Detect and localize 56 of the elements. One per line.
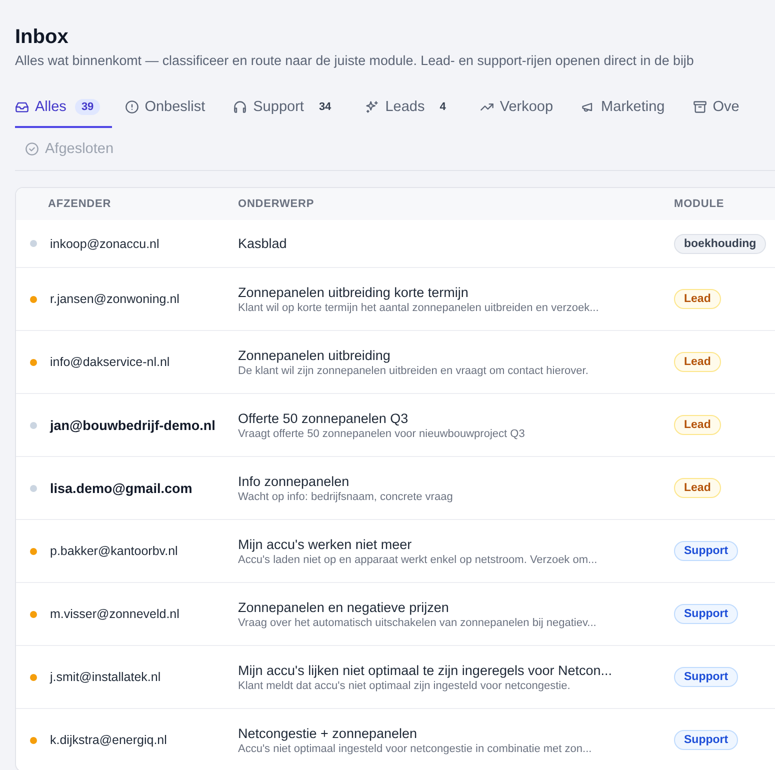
module-tag: Support	[674, 541, 738, 561]
column-header: AFZENDER	[48, 198, 112, 210]
count-badge: 39	[75, 99, 100, 115]
filter-tab[interactable]: Support 34	[231, 88, 352, 128]
page-title: Inbox	[15, 25, 70, 50]
tab-count: 4	[438, 100, 447, 115]
sender-email: info@dakservice-nl.nl	[49, 355, 171, 369]
subject-title: Info zonnepanelen	[238, 474, 350, 488]
filter-tab[interactable]: Leads 4	[363, 88, 467, 128]
subject-title: Mijn accu's lijken niet optimaal te zijn ingeregels voor Netcon...	[238, 662, 614, 678]
sender-email: p.bakker@kantoorbv.nl	[49, 544, 179, 558]
headphones-icon	[233, 100, 248, 114]
module-tag: Support	[674, 667, 738, 687]
alert-circle-icon	[124, 100, 139, 114]
subject-title: Zonnepanelen en negatieve prijzen	[238, 600, 450, 614]
subject-summary: Vraagt offerte 50 zonnepanelen voor nieuwbouwproject Q3	[238, 428, 526, 440]
subject-summary: Wacht op info: bedrijfsnaam, concrete vraag	[238, 490, 454, 502]
sender-email: m.visser@zonneveld.nl	[49, 607, 180, 621]
filter-tab[interactable]: Verkoop	[478, 88, 568, 128]
filter-tab[interactable]: Alles 39	[15, 88, 112, 128]
inbox-icon	[15, 100, 29, 114]
subject-title: Mijn accu's werken niet meer	[238, 536, 413, 552]
filter-tab[interactable]: Marketing	[579, 88, 680, 128]
module-tag: Lead	[674, 415, 721, 435]
subject-summary: Klant wil op korte termijn het aantal zonnepanelen uitbreiden en verzoek...	[238, 302, 600, 314]
subject-title: Zonnepanelen uitbreiding korte termijn	[238, 284, 470, 300]
sparkles-icon	[365, 100, 380, 114]
subject-title: Offerte 50 zonnepanelen Q3	[238, 410, 410, 426]
column-header: MODULE	[674, 198, 726, 210]
sender-email: inkoop@zonaccu.nl	[49, 236, 160, 250]
filter-tab[interactable]: Ove	[690, 88, 754, 128]
module-tag: Lead	[674, 289, 721, 309]
subject-summary: Klant meldt dat accu's niet optimaal zijn ingesteld voor netcongestie.	[238, 680, 572, 692]
sender-email: jan@bouwbedrijf-demo.nl	[48, 418, 216, 432]
subject-summary: De klant wil zijn zonnepanelen uitbreiden en vraagt om contact hierover.	[238, 364, 590, 376]
subject-summary: Accu's niet optimaal ingesteld voor netcongestie in combinatie met zon...	[238, 742, 593, 754]
module-tag: boekhouding	[674, 234, 766, 254]
module-tag: Lead	[674, 478, 721, 498]
tab-count: 34	[318, 100, 332, 115]
subject-title: Netcongestie + zonnepanelen	[238, 726, 418, 740]
subject-summary: Vraag over het automatisch uitschakelen van zonnepanelen bij negatiev...	[238, 616, 598, 628]
module-tag: Lead	[674, 352, 721, 372]
filter-tab[interactable]: Onbeslist	[122, 88, 220, 128]
sender-email: j.smit@installatek.nl	[48, 670, 162, 684]
sender-email: k.dijkstra@energiq.nl	[49, 733, 168, 747]
check-circle-icon	[25, 142, 39, 156]
sender-email: lisa.demo@gmail.com	[49, 480, 194, 496]
subject-title: Kasblad	[238, 236, 288, 251]
subject-title: Zonnepanelen uitbreiding	[238, 348, 392, 362]
module-tag: Support	[674, 604, 738, 624]
sender-email: r.jansen@zonwoning.nl	[49, 292, 180, 306]
subject-summary: Accu's laden niet op en apparaat werkt enkel op netstroom. Verzoek om...	[238, 554, 598, 566]
column-header: ONDERWERP	[238, 198, 316, 210]
archive-icon	[692, 100, 707, 114]
page-subtitle: Alles wat binnenkomt — classificeer en route naar de juiste module. Lead- en support-rijen openen direct in de bijb	[15, 53, 694, 68]
module-tag: Support	[674, 730, 738, 750]
